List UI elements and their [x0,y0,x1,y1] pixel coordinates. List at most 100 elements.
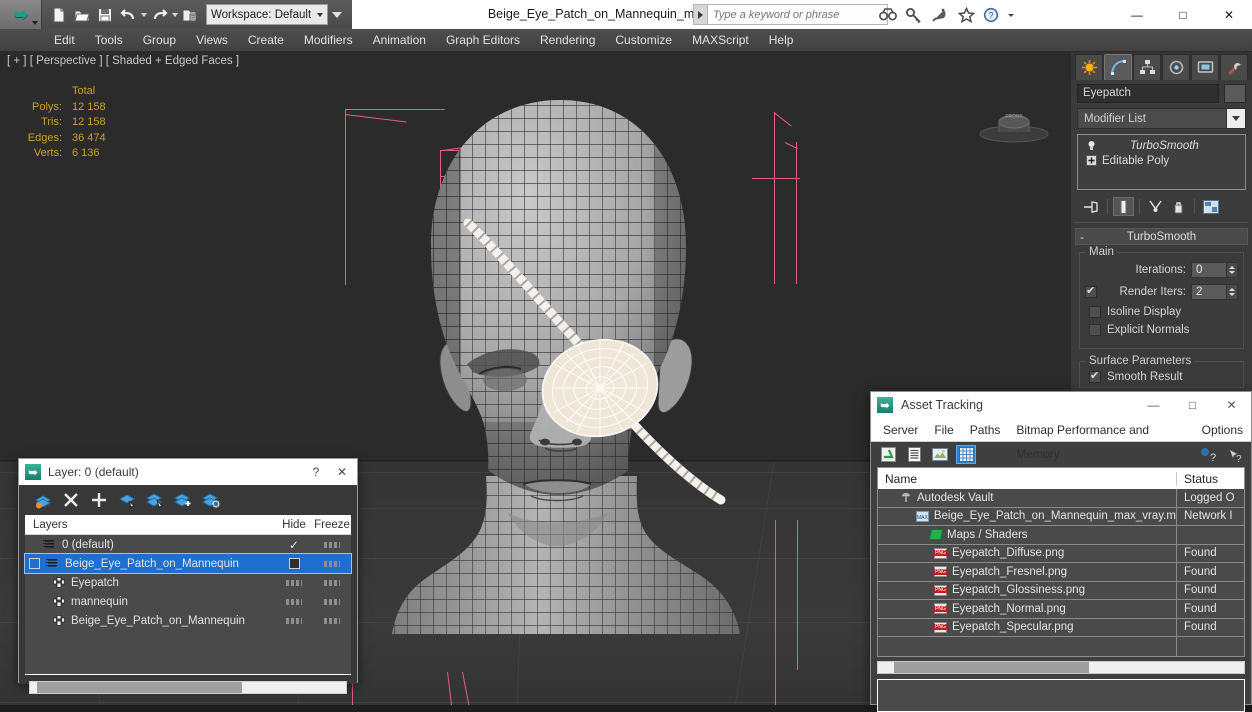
menu-item-help[interactable]: Help [759,29,804,52]
create-new-layer-icon[interactable] [31,488,55,512]
grid-view-icon[interactable] [956,445,976,464]
redo-dropdown-button[interactable] [171,4,178,26]
asset-row-specular[interactable]: Eyepatch_Specular.png Found [878,619,1244,638]
maximize-button[interactable]: □ [1160,0,1206,29]
layer-child-row-group[interactable]: Beige_Eye_Patch_on_Mannequin [25,611,351,630]
collapse-toggle-icon[interactable]: - [1080,232,1084,242]
help-topic-icon[interactable]: ? [1198,445,1218,464]
undo-button[interactable] [117,4,139,26]
asset-row-max-file[interactable]: Beige_Eye_Patch_on_Mannequin_max_vray.ma… [878,508,1244,527]
layer-freeze-cell[interactable] [313,561,351,567]
layer-close-button[interactable]: ✕ [329,460,355,484]
layer-properties-icon[interactable] [199,488,223,512]
mannequin-head-model[interactable] [355,92,775,705]
object-name-field[interactable]: Eyepatch [1077,84,1219,103]
set-current-layer-icon[interactable] [143,488,167,512]
menu-item-group[interactable]: Group [133,29,186,52]
iterations-spinner-buttons[interactable] [1227,262,1238,278]
asset-horizontal-scrollbar[interactable] [877,661,1245,674]
search-box[interactable] [693,4,888,25]
open-file-button[interactable] [71,4,93,26]
menu-item-animation[interactable]: Animation [363,29,436,52]
app-menu-button[interactable]: ➥ [0,0,42,29]
layer-select-checkbox[interactable] [29,558,40,569]
menu-item-views[interactable]: Views [186,29,238,52]
menu-item-modifiers[interactable]: Modifiers [294,29,363,52]
menu-item-tools[interactable]: Tools [85,29,133,52]
asset-menu-server[interactable]: Server [875,418,926,442]
make-unique-icon[interactable] [1145,197,1166,216]
menu-item-rendering[interactable]: Rendering [530,29,605,52]
smooth-result-checkbox[interactable] [1089,371,1101,383]
asset-close-button[interactable]: ✕ [1212,392,1251,418]
project-folder-button[interactable] [179,4,201,26]
object-freeze-cell[interactable] [313,618,351,624]
column-header-status[interactable]: Status [1176,472,1244,486]
stack-item-turbosmooth[interactable]: TurboSmooth [1080,138,1243,153]
list-view-icon[interactable] [904,445,924,464]
asset-row-vault[interactable]: Autodesk Vault Logged O [878,489,1244,508]
workspace-dropdown-button[interactable] [329,4,345,25]
asset-menu-bitmap-performance[interactable]: Bitmap Performance and Memory [1008,418,1193,442]
layer-grid[interactable]: Layers Hide Freeze 0 (default) ✓ [25,515,351,675]
asset-minimize-button[interactable]: — [1134,392,1173,418]
layer-child-row-mannequin[interactable]: mannequin [25,592,351,611]
context-help-icon[interactable]: ? [1224,445,1244,464]
favorites-star-icon[interactable] [954,3,978,26]
show-end-result-icon[interactable] [1113,197,1134,216]
object-freeze-cell[interactable] [313,599,351,605]
menu-item-maxscript[interactable]: MAXScript [682,29,759,52]
object-color-swatch[interactable] [1224,84,1246,103]
asset-row-diffuse[interactable]: Eyepatch_Diffuse.png Found [878,545,1244,564]
asset-row-normal[interactable]: Eyepatch_Normal.png Found [878,600,1244,619]
scrollbar-thumb[interactable] [894,662,1089,673]
remove-modifier-icon[interactable] [1168,197,1189,216]
viewport-label[interactable]: [ + ] [ Perspective ] [ Shaded + Edged F… [7,55,239,67]
layer-dialog[interactable]: ➥ Layer: 0 (default) ? ✕ [18,458,358,683]
help-icon[interactable]: ? [980,3,1004,26]
layer-row-selected[interactable]: Beige_Eye_Patch_on_Mannequin [25,554,351,573]
pin-stack-icon[interactable] [1081,197,1102,216]
hierarchy-tab[interactable] [1133,54,1161,80]
create-tab[interactable] [1075,54,1103,80]
asset-maximize-button[interactable]: □ [1173,392,1212,418]
layer-horizontal-scrollbar[interactable] [29,681,347,694]
explicit-normals-checkbox[interactable] [1089,324,1101,336]
smooth-result-row[interactable]: Smooth Result [1085,371,1238,383]
isoline-display-checkbox[interactable] [1089,306,1101,318]
render-iters-value[interactable]: 2 [1191,284,1227,300]
object-freeze-cell[interactable] [313,580,351,586]
layer-hide-cell[interactable] [275,558,313,569]
workspace-selector[interactable]: Workspace: Default [206,4,328,25]
help-dropdown-button[interactable] [1006,3,1016,26]
add-selection-to-layer-icon[interactable] [171,488,195,512]
layer-row-default[interactable]: 0 (default) ✓ [25,535,351,554]
minimize-button[interactable]: — [1114,0,1160,29]
layer-child-row-eyepatch[interactable]: Eyepatch [25,573,351,592]
menu-item-create[interactable]: Create [238,29,294,52]
modify-tab[interactable] [1104,54,1132,80]
asset-tracking-grid[interactable]: Name Status Autodesk Vault Logged O Beig… [877,467,1245,657]
asset-menu-options[interactable]: Options [1194,418,1251,442]
satellite-dish-icon[interactable] [928,3,952,26]
redo-button[interactable] [148,4,170,26]
asset-row-fresnel[interactable]: Eyepatch_Fresnel.png Found [878,563,1244,582]
iterations-stepper[interactable]: 0 [1191,262,1238,278]
save-file-button[interactable] [94,4,116,26]
object-hide-cell[interactable] [275,618,313,624]
chevron-down-icon[interactable] [1226,109,1245,128]
asset-tracking-dialog[interactable]: ➥ Asset Tracking — □ ✕ Server File Paths… [870,391,1252,705]
object-hide-cell[interactable] [275,599,313,605]
layer-freeze-cell[interactable] [313,542,351,548]
expand-plus-icon[interactable] [1086,155,1097,166]
asset-tracking-titlebar[interactable]: ➥ Asset Tracking — □ ✕ [871,392,1251,418]
menu-item-edit[interactable]: Edit [44,29,85,52]
display-tab[interactable] [1191,54,1219,80]
add-to-layer-icon[interactable] [87,488,111,512]
delete-layer-icon[interactable] [59,488,83,512]
column-header-name[interactable]: Name [878,472,1176,486]
refresh-icon[interactable] [878,445,898,464]
key-icon[interactable] [902,3,926,26]
configure-modifier-sets-icon[interactable] [1200,197,1221,216]
select-objects-in-layer-icon[interactable] [115,488,139,512]
